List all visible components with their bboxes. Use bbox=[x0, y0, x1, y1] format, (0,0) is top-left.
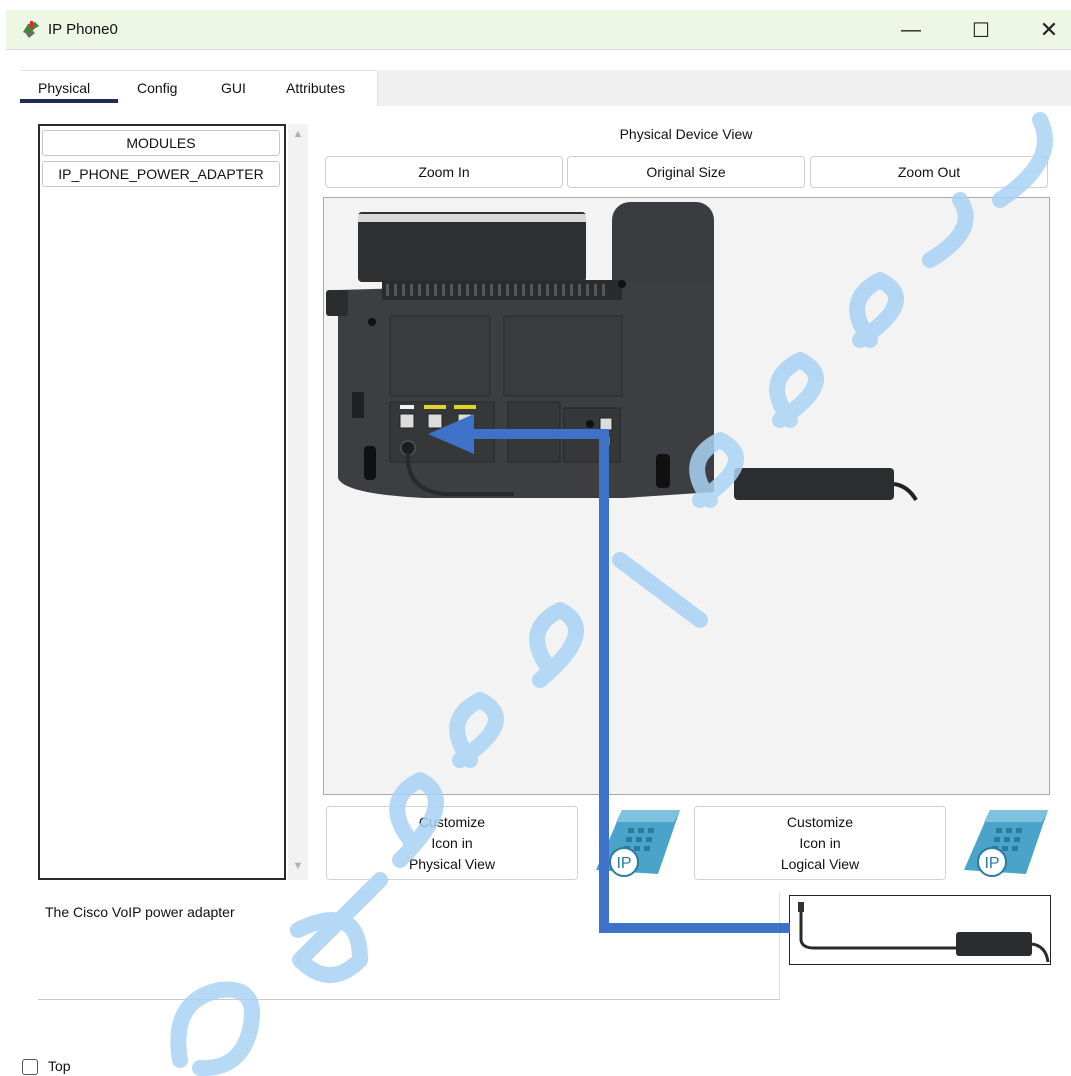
modules-scrollbar[interactable]: ▲ ▼ bbox=[288, 124, 308, 880]
tab-physical[interactable]: Physical bbox=[38, 80, 90, 96]
customize-logical-line2: Icon in bbox=[799, 834, 841, 851]
title-bar[interactable]: IP Phone0 — ☐ ✕ bbox=[6, 10, 1071, 50]
top-checkbox-label: Top bbox=[48, 1058, 71, 1074]
tab-gui[interactable]: GUI bbox=[221, 80, 246, 96]
modules-header: MODULES bbox=[42, 130, 280, 156]
original-size-button[interactable]: Original Size bbox=[567, 156, 805, 188]
customize-logical-line1: Customize bbox=[786, 813, 854, 830]
customize-physical-line1: Customize bbox=[418, 813, 486, 830]
zoom-in-button[interactable]: Zoom In bbox=[325, 156, 563, 188]
scroll-up-arrow-icon[interactable]: ▲ bbox=[288, 128, 308, 144]
minimize-button[interactable]: — bbox=[886, 10, 936, 50]
ip-phone-logical-icon[interactable]: IP bbox=[956, 804, 1052, 880]
module-description: The Cisco VoIP power adapter bbox=[45, 904, 235, 920]
ip-phone-window: IP Phone0 — ☐ ✕ Physical Config GUI Attr… bbox=[0, 0, 1071, 1076]
maximize-button[interactable]: ☐ bbox=[956, 10, 1006, 50]
close-button[interactable]: ✕ bbox=[1024, 10, 1071, 50]
physical-device-view-title: Physical Device View bbox=[619, 126, 753, 142]
ip-phone-physical-icon[interactable]: IP bbox=[588, 804, 684, 880]
modules-list[interactable]: MODULES IP_PHONE_POWER_ADAPTER bbox=[38, 124, 286, 880]
physical-device-view[interactable] bbox=[323, 197, 1050, 795]
active-tab-indicator bbox=[20, 99, 118, 103]
ip-label: IP bbox=[984, 855, 999, 872]
module-description-box: The Cisco VoIP power adapter bbox=[38, 892, 780, 1000]
window-title: IP Phone0 bbox=[48, 21, 118, 38]
module-item-power-adapter[interactable]: IP_PHONE_POWER_ADAPTER bbox=[42, 161, 280, 187]
customize-physical-icon-button[interactable]: Customize Icon in Physical View bbox=[326, 806, 578, 880]
tab-config[interactable]: Config bbox=[137, 80, 177, 96]
cisco-phone-icon bbox=[23, 21, 39, 38]
customize-logical-line3: Logical View bbox=[780, 855, 860, 872]
ip-phone-rear-image bbox=[326, 202, 918, 502]
power-adapter-module[interactable] bbox=[789, 895, 1051, 965]
ip-label: IP bbox=[616, 855, 631, 872]
scroll-down-arrow-icon[interactable]: ▼ bbox=[288, 860, 308, 876]
power-adapter-image bbox=[798, 902, 1050, 963]
zoom-out-button[interactable]: Zoom Out bbox=[810, 156, 1048, 188]
customize-physical-line2: Icon in bbox=[431, 834, 473, 851]
top-checkbox[interactable] bbox=[22, 1059, 38, 1075]
customize-logical-icon-button[interactable]: Customize Icon in Logical View bbox=[694, 806, 946, 880]
tab-attributes[interactable]: Attributes bbox=[286, 80, 345, 96]
customize-physical-line3: Physical View bbox=[408, 855, 496, 872]
